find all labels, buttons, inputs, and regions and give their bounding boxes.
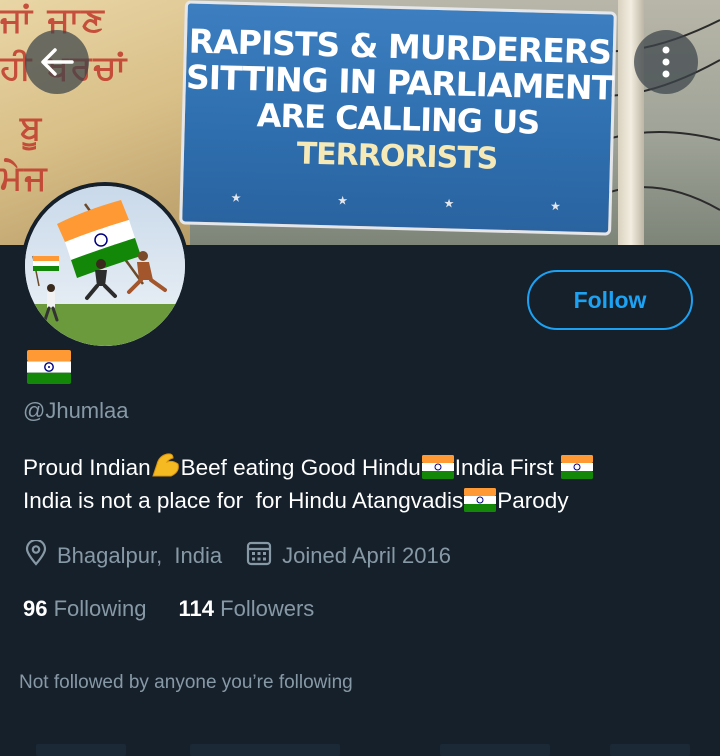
profile-bio: Proud Indian Beef eating Good Hindu India … — [23, 450, 703, 517]
banner-side-text: ਜਾਂ ਜਾਣ — [0, 0, 106, 40]
followers-count: 114 — [178, 596, 215, 621]
electric-pole — [618, 0, 644, 245]
tab-peek — [610, 744, 690, 756]
following-label: Following — [47, 596, 147, 621]
display-name — [27, 350, 71, 389]
india-flag-icon — [27, 350, 71, 384]
following-count: 96 — [23, 596, 48, 621]
avatar-image — [25, 186, 185, 346]
bio-text: Beef eating Good Hindu — [180, 455, 421, 480]
india-flag-icon — [560, 455, 593, 479]
bio-line-2: India is not a place for for Hindu Atang… — [23, 484, 703, 517]
follow-button[interactable]: Follow — [527, 270, 693, 330]
calendar-icon — [246, 540, 272, 572]
profile-handle: @Jhumlaa — [23, 398, 129, 423]
not-followed-notice: Not followed by anyone you’re following — [19, 672, 353, 693]
bio-text: Parody — [497, 488, 569, 513]
bio-text: India is not a place for for Hindu Atang… — [23, 488, 464, 513]
followers-label: Followers — [214, 596, 315, 621]
followers-link[interactable]: 114 Followers — [179, 596, 315, 621]
bio-line-1: Proud Indian Beef eating Good Hindu India … — [23, 450, 703, 484]
back-button[interactable] — [25, 30, 89, 94]
bio-text: India First — [454, 455, 560, 480]
sign-stars: ★ ★ ★ ★ — [230, 190, 562, 214]
banner-sign: RAPISTS & MURDERERS SITTING IN PARLIAMEN… — [179, 0, 617, 236]
avatar[interactable] — [21, 182, 189, 350]
arrow-left-icon — [41, 48, 74, 76]
more-options-button[interactable] — [634, 30, 698, 94]
more-vertical-icon — [662, 46, 670, 78]
flexed-biceps-icon — [151, 453, 179, 477]
profile-meta: Bhagalpur, India Joined April 2016 — [25, 538, 451, 572]
tab-peek — [190, 744, 340, 756]
tab-peek — [36, 744, 126, 756]
tab-peek — [440, 744, 550, 756]
following-link[interactable]: 96 Following — [23, 596, 147, 621]
bio-text: Proud Indian — [23, 455, 151, 480]
location-pin-icon — [25, 538, 47, 572]
profile-joined-date: Joined April 2016 — [282, 543, 451, 568]
india-flag-icon — [464, 488, 497, 512]
profile-location: Bhagalpur, India — [57, 543, 223, 568]
follow-counts: 96 Following 114 Followers — [23, 596, 314, 622]
india-flag-icon — [421, 455, 454, 479]
